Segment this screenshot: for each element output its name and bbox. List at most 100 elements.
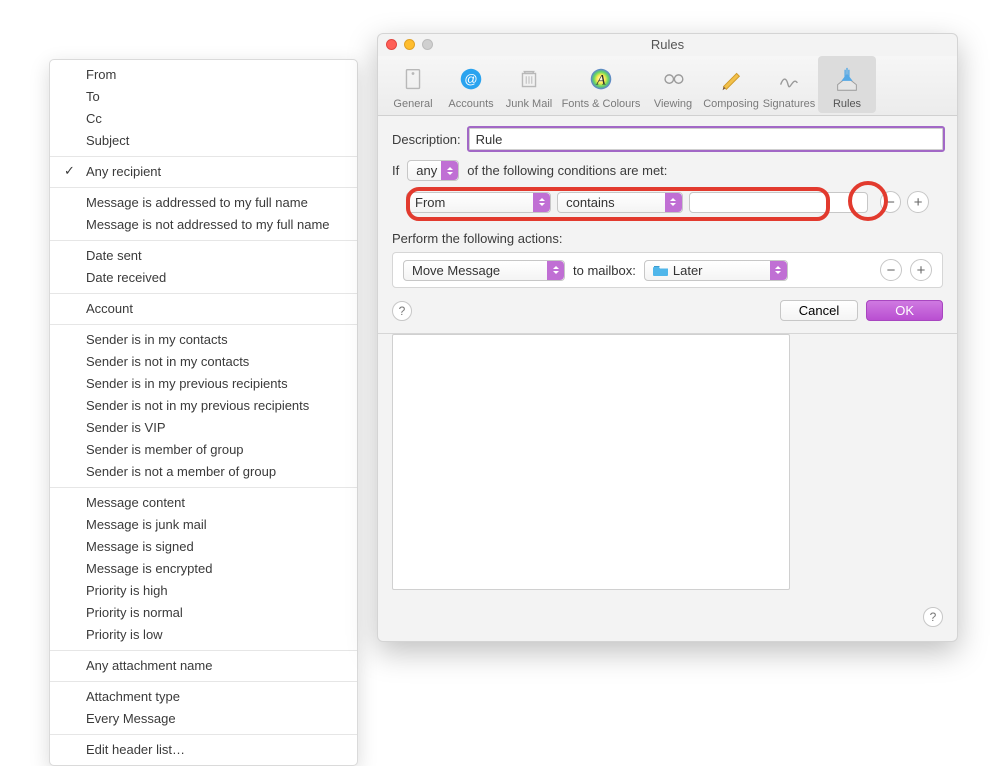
dropdown-item[interactable]: Message is addressed to my full name <box>50 192 357 214</box>
window-title: Rules <box>651 37 684 52</box>
dropdown-item[interactable]: Message is not addressed to my full name <box>50 214 357 236</box>
dropdown-item-label: Message is encrypted <box>86 561 212 576</box>
remove-action-button[interactable]: − <box>880 259 902 281</box>
dropdown-item[interactable]: Date received <box>50 267 357 289</box>
condition-row: From contains − + <box>392 191 943 213</box>
condition-operator-select[interactable]: contains <box>557 192 682 213</box>
signatures-icon <box>774 65 804 95</box>
chevron-up-down-icon <box>665 193 682 212</box>
action-mailbox-select[interactable]: Later <box>644 260 788 281</box>
general-icon <box>398 65 428 95</box>
dropdown-item-label: Account <box>86 301 133 316</box>
condition-field-select[interactable]: From <box>406 192 551 213</box>
chevron-up-down-icon <box>441 161 458 180</box>
cancel-button[interactable]: Cancel <box>780 300 858 321</box>
dropdown-item[interactable]: Account <box>50 298 357 320</box>
dropdown-item[interactable]: Sender is in my contacts <box>50 329 357 351</box>
match-mode-value: any <box>416 163 437 178</box>
dropdown-item[interactable]: Priority is high <box>50 580 357 602</box>
description-input[interactable] <box>469 128 943 150</box>
dropdown-item-label: Message is not addressed to my full name <box>86 217 330 232</box>
dropdown-item[interactable]: Date sent <box>50 245 357 267</box>
rules-preferences-window: Rules General @ Accounts Junk Mail <box>377 33 958 642</box>
dropdown-item-label: Every Message <box>86 711 176 726</box>
dropdown-item[interactable]: Every Message <box>50 708 357 730</box>
help-button-corner[interactable]: ? <box>923 607 943 627</box>
dropdown-item-label: To <box>86 89 100 104</box>
dropdown-item[interactable]: Message is junk mail <box>50 514 357 536</box>
dropdown-item-label: Sender is member of group <box>86 442 244 457</box>
dropdown-item-label: Attachment type <box>86 689 180 704</box>
dropdown-item-label: Sender is not in my previous recipients <box>86 398 309 413</box>
dropdown-item-label: Sender is not a member of group <box>86 464 276 479</box>
rules-list[interactable] <box>392 334 790 590</box>
dropdown-item[interactable]: Priority is normal <box>50 602 357 624</box>
dropdown-item[interactable]: Sender is not in my contacts <box>50 351 357 373</box>
remove-condition-button[interactable]: − <box>880 191 902 213</box>
dropdown-item[interactable]: Attachment type <box>50 686 357 708</box>
dropdown-item-label: Message is addressed to my full name <box>86 195 308 210</box>
tab-label: Composing <box>703 98 759 111</box>
match-mode-select[interactable]: any <box>407 160 459 181</box>
if-tail: of the following conditions are met: <box>467 163 667 178</box>
tab-label: Junk Mail <box>506 98 552 111</box>
condition-field-dropdown[interactable]: From To Cc Subject ✓Any recipient Message is … <box>49 59 358 766</box>
conditions-container: From contains − + <box>392 183 943 221</box>
dropdown-item[interactable]: Sender is VIP <box>50 417 357 439</box>
tab-label: Fonts & Colours <box>562 98 641 111</box>
dropdown-item[interactable]: Sender is not a member of group <box>50 461 357 483</box>
dropdown-item-label: Message is junk mail <box>86 517 207 532</box>
rule-edit-sheet: Description: If any of the following con… <box>378 116 957 334</box>
action-verb-value: Move Message <box>412 263 500 278</box>
dropdown-item[interactable]: ✓Any recipient <box>50 161 357 183</box>
svg-text:@: @ <box>464 72 477 87</box>
dropdown-item[interactable]: Edit header list… <box>50 739 357 761</box>
dropdown-item[interactable]: Message is encrypted <box>50 558 357 580</box>
tab-label: Accounts <box>448 98 493 111</box>
window-maximize-button[interactable] <box>422 39 433 50</box>
tab-signatures[interactable]: Signatures <box>760 56 818 113</box>
junk-mail-icon <box>514 65 544 95</box>
tab-fonts-colours[interactable]: A Fonts & Colours <box>558 56 644 113</box>
fonts-colours-icon: A <box>586 65 616 95</box>
dropdown-item[interactable]: Any attachment name <box>50 655 357 677</box>
dropdown-item[interactable]: Sender is member of group <box>50 439 357 461</box>
dropdown-item-label: Date sent <box>86 248 142 263</box>
viewing-icon <box>658 65 688 95</box>
composing-icon <box>716 65 746 95</box>
dropdown-item[interactable]: Message content <box>50 492 357 514</box>
dropdown-item[interactable]: Priority is low <box>50 624 357 646</box>
ok-button[interactable]: OK <box>866 300 943 321</box>
help-button[interactable]: ? <box>392 301 412 321</box>
dropdown-item[interactable]: To <box>50 86 357 108</box>
tab-junk-mail[interactable]: Junk Mail <box>500 56 558 113</box>
add-action-button[interactable]: + <box>910 259 932 281</box>
tab-composing[interactable]: Composing <box>702 56 760 113</box>
tab-rules[interactable]: Rules <box>818 56 876 113</box>
folder-icon <box>653 264 669 276</box>
condition-field-value: From <box>415 195 445 210</box>
condition-value-input[interactable] <box>689 192 868 213</box>
dropdown-item-label: Any recipient <box>86 164 161 179</box>
traffic-lights <box>386 39 433 50</box>
add-condition-button[interactable]: + <box>907 191 929 213</box>
window-close-button[interactable] <box>386 39 397 50</box>
tab-viewing[interactable]: Viewing <box>644 56 702 113</box>
action-verb-select[interactable]: Move Message <box>403 260 565 281</box>
dropdown-item-label: Cc <box>86 111 102 126</box>
dropdown-item[interactable]: Sender is not in my previous recipients <box>50 395 357 417</box>
dropdown-item-label: Sender is not in my contacts <box>86 354 249 369</box>
tab-accounts[interactable]: @ Accounts <box>442 56 500 113</box>
dropdown-item[interactable]: Subject <box>50 130 357 152</box>
dropdown-item[interactable]: From <box>50 64 357 86</box>
dropdown-item-label: Message is signed <box>86 539 194 554</box>
tab-general[interactable]: General <box>384 56 442 113</box>
window-minimize-button[interactable] <box>404 39 415 50</box>
dropdown-item-label: From <box>86 67 116 82</box>
tab-label: Viewing <box>654 98 692 111</box>
dropdown-item-label: Subject <box>86 133 129 148</box>
dropdown-item[interactable]: Message is signed <box>50 536 357 558</box>
dropdown-item[interactable]: Sender is in my previous recipients <box>50 373 357 395</box>
if-label: If <box>392 163 399 178</box>
dropdown-item[interactable]: Cc <box>50 108 357 130</box>
